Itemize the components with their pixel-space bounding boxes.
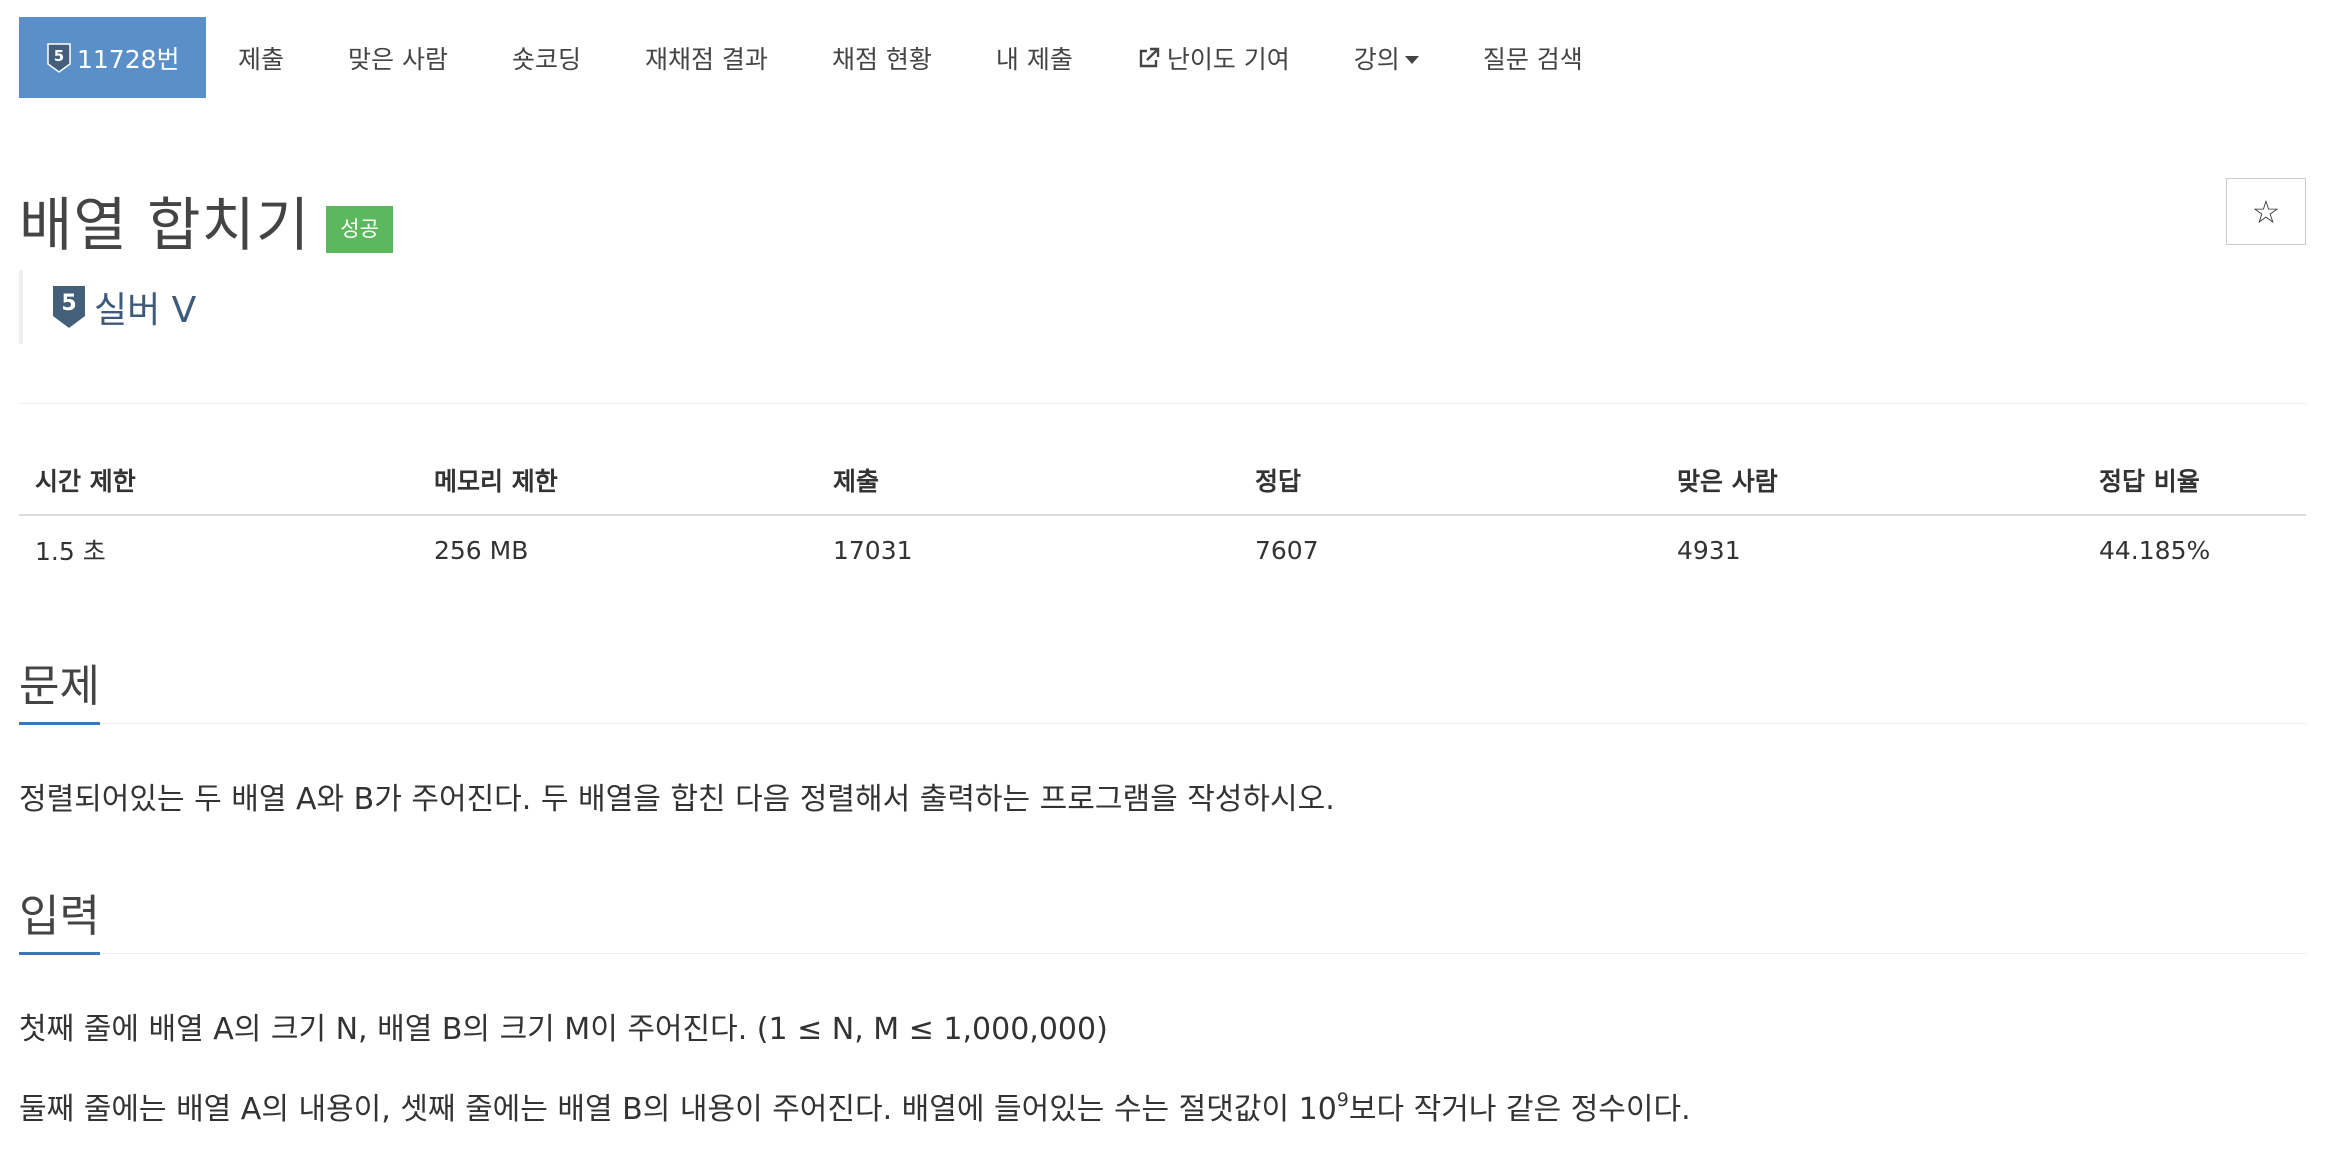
problem-description: 정렬되어있는 두 배열 A와 B가 주어진다. 두 배열을 합친 다음 정렬해서…: [19, 782, 1335, 817]
submissions-value: 17031: [833, 535, 913, 565]
section-title-input: 입력: [19, 892, 100, 955]
nav-short-coding-label: 숏코딩: [511, 44, 581, 74]
problem-tier: 5 실버 V: [19, 270, 196, 344]
nav-lectures-label: 강의: [1353, 44, 1400, 74]
nav-problem-number-label: 11728번: [77, 44, 180, 74]
problem-info-table: 시간 제한 메모리 제한 제출 정답 맞은 사람 정답 비율 1.5 초 256…: [19, 445, 2306, 584]
memory-limit-value: 256 MB: [434, 535, 529, 565]
nav-my-submissions[interactable]: 내 제출: [964, 17, 1105, 98]
nav-rejudge-results-label: 재채점 결과: [644, 44, 768, 74]
input-description-line-1: 첫째 줄에 배열 A의 크기 N, 배열 B의 크기 M이 주어진다. (1 ≤…: [19, 1012, 1108, 1047]
problem-title-row: 배열 합치기 성공: [19, 178, 393, 262]
problem-page: 5 11728번 제출 맞은 사람 숏코딩 재채점 결과 채점 현황 내 제출: [0, 0, 2326, 1162]
nav-accepted-users-label: 맞은 사람: [348, 44, 448, 74]
svg-text:5: 5: [54, 47, 64, 65]
exponent: 9: [1336, 1089, 1349, 1111]
nav-question-search[interactable]: 질문 검색: [1451, 17, 1615, 98]
chevron-down-icon: [1404, 55, 1419, 64]
section-header: 입력: [19, 878, 2306, 955]
section-title-problem: 문제: [19, 662, 100, 725]
accepted-value: 7607: [1255, 535, 1319, 565]
nav-judge-status-label: 채점 현황: [831, 44, 932, 74]
nav-difficulty-contribution-label: 난이도 기여: [1166, 44, 1290, 74]
nav-question-search-label: 질문 검색: [1482, 44, 1583, 74]
nav-my-submissions-label: 내 제출: [995, 44, 1073, 74]
header-accepted: 정답: [1239, 445, 1661, 516]
header-solved-users: 맞은 사람: [1661, 445, 2083, 516]
time-limit-value: 1.5 초: [35, 537, 106, 566]
nav-accepted-users[interactable]: 맞은 사람: [316, 17, 480, 98]
star-icon: ☆: [2251, 192, 2281, 231]
problem-title: 배열 합치기: [19, 191, 311, 259]
solved-users-value: 4931: [1677, 535, 1741, 565]
nav-difficulty-contribution[interactable]: 난이도 기여: [1105, 17, 1322, 98]
external-link-icon: [1137, 46, 1161, 70]
success-badge: 성공: [326, 205, 393, 253]
table-header-row: 시간 제한 메모리 제한 제출 정답 맞은 사람 정답 비율: [19, 445, 2306, 516]
nav-submit-label: 제출: [238, 44, 285, 74]
section-header: 문제: [19, 648, 2306, 725]
tier-name: 실버 V: [94, 290, 197, 331]
input-description-line-2: 둘째 줄에는 배열 A의 내용이, 셋째 줄에는 배열 B의 내용이 주어진다.…: [19, 1090, 2306, 1130]
nav-submit[interactable]: 제출: [206, 17, 316, 98]
header-memory-limit: 메모리 제한: [418, 445, 817, 516]
svg-text:5: 5: [61, 291, 76, 316]
input-section: 입력 첫째 줄에 배열 A의 크기 N, 배열 B의 크기 M이 주어진다. (…: [19, 878, 2306, 1130]
silver-tier-icon: 5: [47, 42, 71, 73]
table-row: 1.5 초 256 MB 17031 7607 4931 44.185%: [19, 515, 2306, 584]
silver-tier-icon: 5: [52, 285, 86, 329]
header-submissions: 제출: [817, 445, 1239, 516]
header-time-limit: 시간 제한: [19, 445, 418, 516]
input-line-2-text-end: 보다 작거나 같은 정수이다.: [1348, 1092, 1691, 1127]
nav-problem-number[interactable]: 5 11728번: [19, 17, 206, 98]
header-accept-ratio: 정답 비율: [2083, 445, 2306, 516]
nav-lectures-dropdown[interactable]: 강의: [1322, 17, 1451, 98]
divider: [19, 403, 2306, 404]
star-button[interactable]: ☆: [2226, 178, 2306, 245]
nav-rejudge-results[interactable]: 재채점 결과: [613, 17, 800, 98]
problem-menu: 5 11728번 제출 맞은 사람 숏코딩 재채점 결과 채점 현황 내 제출: [19, 17, 1615, 98]
nav-short-coding[interactable]: 숏코딩: [480, 17, 613, 98]
nav-judge-status[interactable]: 채점 현황: [800, 17, 964, 98]
accept-ratio-value: 44.185%: [2099, 535, 2211, 565]
problem-description-section: 문제 정렬되어있는 두 배열 A와 B가 주어진다. 두 배열을 합친 다음 정…: [19, 648, 2306, 820]
input-line-2-text: 둘째 줄에는 배열 A의 내용이, 셋째 줄에는 배열 B의 내용이 주어진다.…: [19, 1092, 1337, 1127]
